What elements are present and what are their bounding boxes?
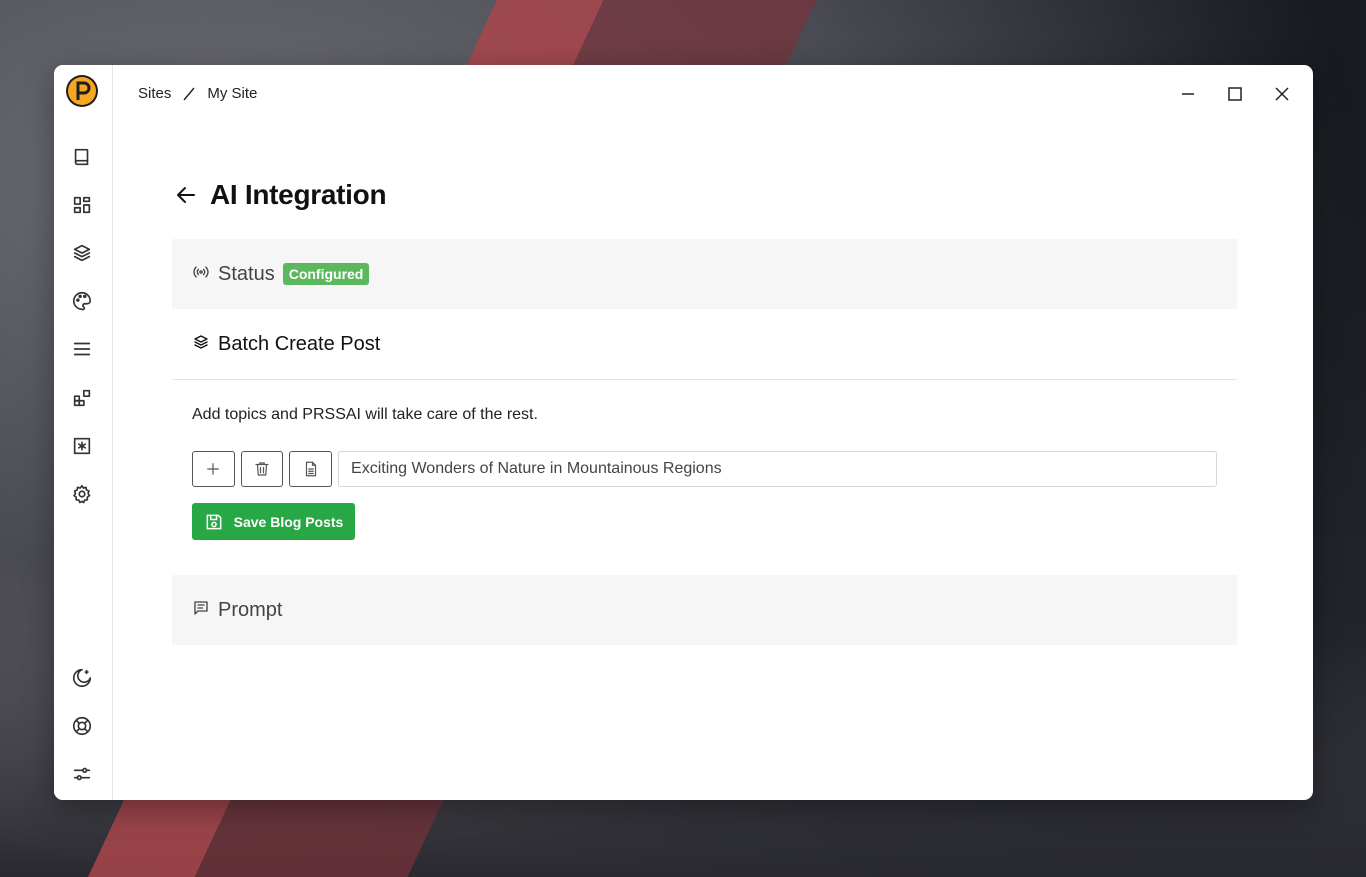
document-topic-button[interactable] [289,451,333,487]
prompt-panel[interactable]: Prompt [172,575,1237,645]
main-content: AI Integration Status Configured Batch C… [172,165,1237,645]
status-panel[interactable]: Status Configured [172,239,1237,309]
broadcast-icon [192,263,210,286]
prompt-label: Prompt [218,598,283,621]
layers-icon [192,333,210,356]
layers-icon[interactable] [70,241,94,265]
gear-icon[interactable] [70,482,94,506]
moon-icon[interactable] [70,666,94,690]
status-badge: Configured [282,263,370,285]
breadcrumb-sites[interactable]: Sites [138,85,171,102]
maximize-button[interactable] [1224,83,1246,105]
trash-icon [255,462,269,476]
breadcrumb: Sites My Site [138,85,257,102]
batch-create-title: Batch Create Post [218,332,381,355]
plus-icon [207,463,220,475]
document-icon [305,461,316,477]
back-arrow-icon[interactable] [172,181,200,209]
batch-create-body: Add topics and PRSSAI will take care of … [172,380,1237,540]
topic-row [192,450,1218,488]
book-icon[interactable] [70,145,94,169]
message-icon [192,599,210,622]
topic-input[interactable] [338,451,1218,487]
sidebar [54,65,113,800]
delete-topic-button[interactable] [240,451,284,487]
dashboard-icon[interactable] [70,193,94,217]
lifebuoy-icon[interactable] [70,714,94,738]
minimize-button[interactable] [1177,83,1199,105]
breadcrumb-current: My Site [207,85,258,102]
asterisk-box-icon[interactable] [70,434,94,458]
page-title: AI Integration [210,179,387,210]
widgets-icon[interactable] [70,386,94,410]
palette-icon[interactable] [70,289,94,313]
page-header: AI Integration [172,165,1237,225]
floppy-disk-icon [206,514,222,529]
add-topic-button[interactable] [192,451,235,487]
title-bar: Sites My Site [112,65,1313,123]
batch-create-header[interactable]: Batch Create Post [172,309,1237,380]
batch-description: Add topics and PRSSAI will take care of … [192,406,538,423]
close-button[interactable] [1271,83,1293,105]
breadcrumb-separator-icon [181,86,197,102]
menu-icon[interactable] [70,337,94,361]
app-logo[interactable] [66,75,98,107]
app-window: Sites My Site AI Integration Status Conf… [54,65,1313,800]
save-blog-posts-label: Save Blog Posts [233,513,344,530]
sliders-icon[interactable] [70,762,94,786]
save-blog-posts-button[interactable]: Save Blog Posts [192,503,355,540]
status-label: Status [218,262,275,285]
